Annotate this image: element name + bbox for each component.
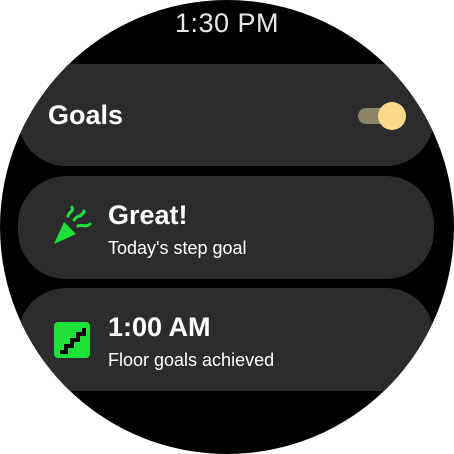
floor-goal-card[interactable]: 1:00 AM Floor goals achieved: [18, 288, 434, 391]
step-goal-title: Great!: [108, 200, 188, 230]
floor-goal-subtitle: Floor goals achieved: [108, 350, 275, 370]
goals-card[interactable]: Goals: [18, 64, 434, 166]
toggle-thumb: [378, 102, 406, 130]
goals-title: Goals: [48, 100, 124, 130]
goals-toggle[interactable]: [358, 102, 406, 130]
watch-screen: 1:30 PM Goals Great! Today's step goal 1…: [0, 0, 454, 454]
floor-goal-time: 1:00 AM: [108, 312, 211, 342]
party-popper-icon: [54, 205, 92, 244]
step-goal-card[interactable]: Great! Today's step goal: [18, 176, 434, 279]
status-time: 1:30 PM: [174, 8, 280, 38]
stairs-icon: [54, 322, 90, 358]
step-goal-subtitle: Today's step goal: [108, 238, 247, 258]
